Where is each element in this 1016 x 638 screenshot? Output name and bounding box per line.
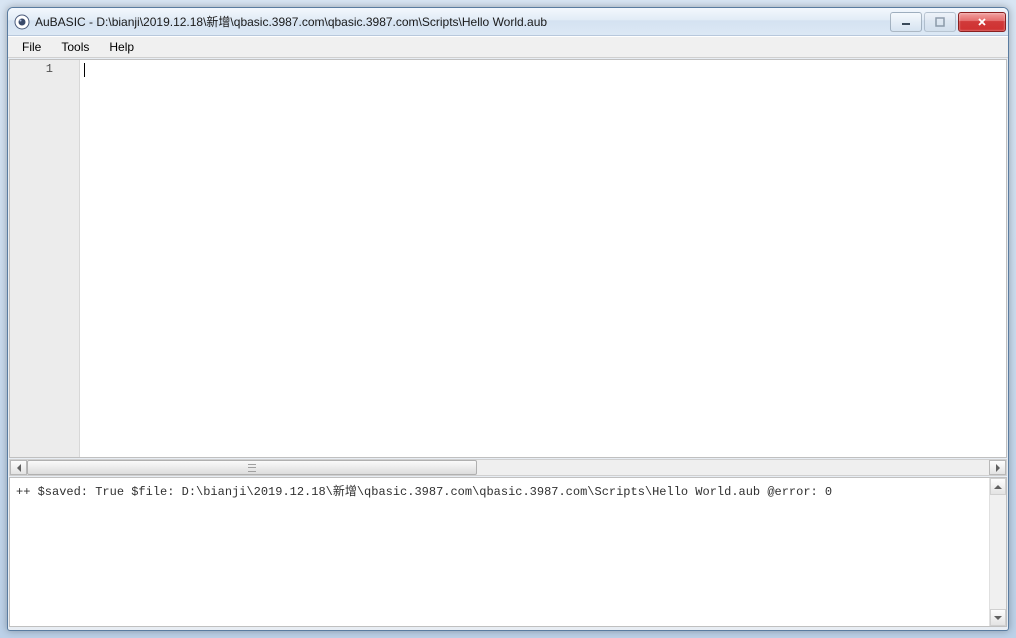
application-window: AuBASIC - D:\bianji\2019.12.18\新增\qbasic… [7, 7, 1009, 631]
menu-help[interactable]: Help [99, 38, 144, 56]
titlebar[interactable]: AuBASIC - D:\bianji\2019.12.18\新增\qbasic… [8, 8, 1008, 36]
editor-area: 1 [9, 59, 1007, 458]
app-icon [14, 14, 30, 30]
scroll-track[interactable] [27, 460, 989, 475]
scroll-thumb[interactable] [27, 460, 477, 475]
console-vertical-scrollbar[interactable] [989, 478, 1006, 626]
menu-file[interactable]: File [12, 38, 51, 56]
menu-tools[interactable]: Tools [51, 38, 99, 56]
close-button[interactable] [958, 12, 1006, 32]
horizontal-scrollbar[interactable] [9, 459, 1007, 476]
maximize-button[interactable] [924, 12, 956, 32]
scroll-right-button[interactable] [989, 460, 1006, 475]
minimize-button[interactable] [890, 12, 922, 32]
code-editor[interactable] [80, 60, 1006, 457]
scroll-up-button[interactable] [990, 478, 1006, 495]
line-number: 1 [10, 62, 53, 76]
window-controls [888, 12, 1006, 32]
console-output[interactable]: ++ $saved: True $file: D:\bianji\2019.12… [9, 477, 1007, 627]
scroll-left-button[interactable] [10, 460, 27, 475]
window-title: AuBASIC - D:\bianji\2019.12.18\新增\qbasic… [35, 13, 888, 30]
line-number-gutter: 1 [10, 60, 80, 457]
menubar: File Tools Help [8, 36, 1008, 58]
console-scroll-track[interactable] [990, 495, 1006, 609]
console-line: ++ $saved: True $file: D:\bianji\2019.12… [16, 482, 1000, 499]
scroll-down-button[interactable] [990, 609, 1006, 626]
text-cursor [84, 63, 85, 77]
